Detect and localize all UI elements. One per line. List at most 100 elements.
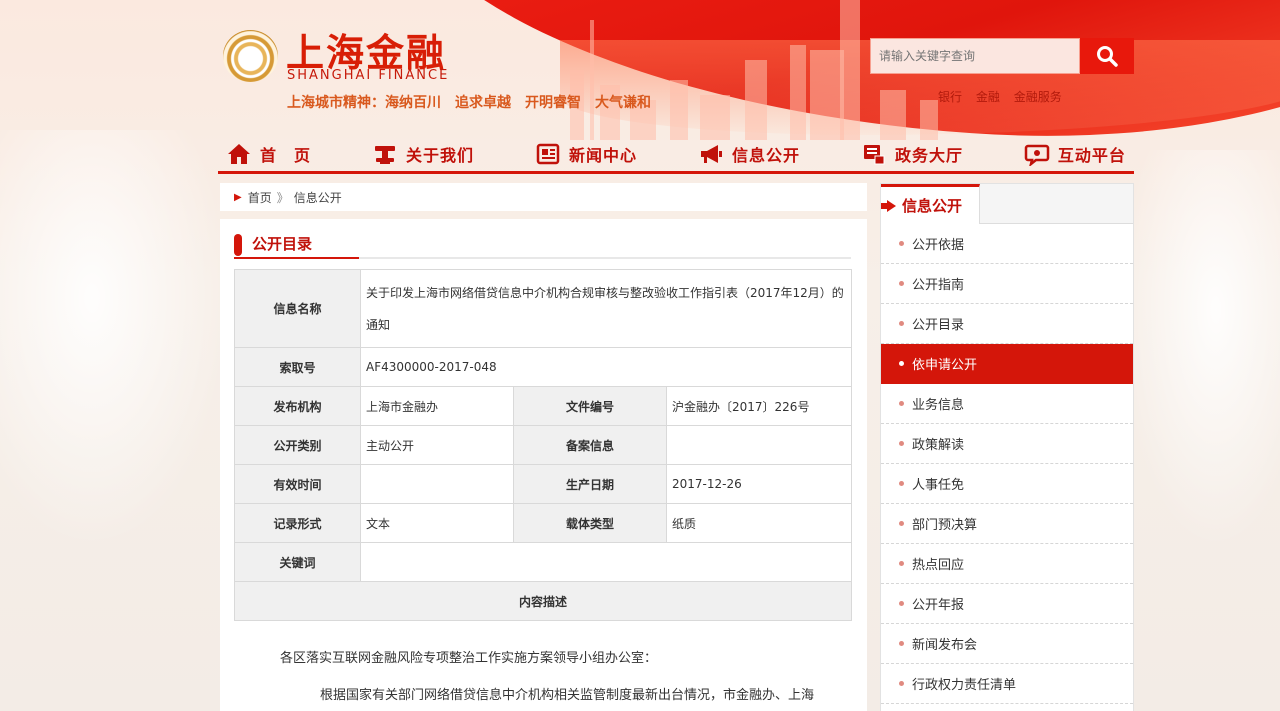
newspaper-icon <box>536 143 560 164</box>
search-input[interactable] <box>870 38 1080 74</box>
cloud-decoration <box>1120 150 1280 550</box>
table-row: 公开类别 主动公开 备案信息 <box>234 425 852 465</box>
sidebar-item-policy-interpretation[interactable]: 政策解读 <box>881 424 1133 464</box>
nav-item-label: 关于我们 <box>405 145 474 165</box>
bullet-icon <box>899 441 904 446</box>
sidebar-menu: 公开依据 公开指南 公开目录 依申请公开 业务信息 政策解读 人事任免 部门预决… <box>881 224 1133 704</box>
sidebar-item-label: 行政权力责任清单 <box>912 678 1017 693</box>
search-icon <box>1097 46 1118 67</box>
cloud-decoration <box>0 130 230 550</box>
sidebar-item-disclosure-basis[interactable]: 公开依据 <box>881 224 1133 264</box>
chat-icon <box>1024 144 1050 166</box>
sidebar-item-label: 公开依据 <box>912 238 965 253</box>
breadcrumb-current[interactable]: 信息公开 <box>294 189 342 206</box>
valid-time-value <box>360 464 514 504</box>
sidebar-item-label: 部门预决算 <box>912 518 978 533</box>
body-paragraph: 各区落实互联网金融风险专项整治工作实施方案领导小组办公室： <box>280 651 658 666</box>
publisher-label: 发布机构 <box>234 386 361 426</box>
publisher-value: 上海市金融办 <box>360 386 514 426</box>
section-bar-icon <box>234 234 242 256</box>
bullet-icon <box>899 321 904 326</box>
nav-item-about[interactable]: 关于我们 <box>364 137 482 171</box>
sidebar-item-label: 热点回应 <box>912 558 965 573</box>
info-metadata-table: 信息名称 关于印发上海市网络借贷信息中介机构合规审核与整改验收工作指引表（201… <box>234 269 852 621</box>
record-info-value <box>666 425 852 465</box>
sidebar-item-hot-response[interactable]: 热点回应 <box>881 544 1133 584</box>
sidebar-item-label: 公开目录 <box>912 318 965 333</box>
nav-item-label: 首 页 <box>260 145 312 165</box>
index-number-value: AF4300000-2017-048 <box>360 347 852 387</box>
bullet-icon <box>899 401 904 406</box>
home-icon <box>228 143 250 164</box>
sidebar: 信息公开 公开依据 公开指南 公开目录 依申请公开 业务信息 政策解读 人事任免… <box>880 183 1134 711</box>
section-title: 公开目录 <box>252 235 313 253</box>
record-format-value: 文本 <box>360 503 514 543</box>
sidebar-item-label: 依申请公开 <box>912 358 978 373</box>
breadcrumb-arrow-icon: ▶ <box>234 191 242 203</box>
bullet-icon <box>899 641 904 646</box>
breadcrumb-separator: 》 <box>276 190 289 205</box>
nav-item-interaction[interactable]: 互动平台 <box>1016 137 1134 171</box>
sidebar-item-label: 政策解读 <box>912 438 965 453</box>
sidebar-item-annual-report[interactable]: 公开年报 <box>881 584 1133 624</box>
search-button[interactable] <box>1080 38 1134 74</box>
sidebar-item-disclosure-catalog[interactable]: 公开目录 <box>881 304 1133 344</box>
table-row: 发布机构 上海市金融办 文件编号 沪金融办〔2017〕226号 <box>234 386 852 426</box>
sidebar-header: 信息公开 <box>881 184 1133 224</box>
table-row: 记录形式 文本 载体类型 纸质 <box>234 503 852 543</box>
sidebar-item-label: 公开指南 <box>912 278 965 293</box>
sidebar-item-budget[interactable]: 部门预决算 <box>881 504 1133 544</box>
sidebar-item-label: 人事任免 <box>912 478 965 493</box>
valid-time-label: 有效时间 <box>234 464 361 504</box>
table-row: 关键词 <box>234 542 852 582</box>
bullet-icon <box>899 561 904 566</box>
nav-item-service-hall[interactable]: 政务大厅 <box>853 137 971 171</box>
disclosure-category-value: 主动公开 <box>360 425 514 465</box>
nav-item-label: 信息公开 <box>731 145 800 165</box>
section-header: 公开目录 <box>234 231 851 259</box>
sidebar-item-personnel[interactable]: 人事任免 <box>881 464 1133 504</box>
breadcrumb-home-link[interactable]: 首页 <box>248 189 272 206</box>
carrier-type-value: 纸质 <box>666 503 852 543</box>
keywords-label: 关键词 <box>234 542 361 582</box>
nav-item-label: 互动平台 <box>1057 145 1126 165</box>
table-row: 索取号 AF4300000-2017-048 <box>234 347 852 387</box>
info-name-value: 关于印发上海市网络借贷信息中介机构合规审核与整改验收工作指引表（2017年12月… <box>360 269 852 348</box>
record-format-label: 记录形式 <box>234 503 361 543</box>
table-row: 信息名称 关于印发上海市网络借贷信息中介机构合规审核与整改验收工作指引表（201… <box>234 269 852 348</box>
breadcrumb: ▶ 首页 》 信息公开 <box>220 183 867 211</box>
index-number-label: 索取号 <box>234 347 361 387</box>
main-content: 公开目录 信息名称 关于印发上海市网络借贷信息中介机构合规审核与整改验收工作指引… <box>220 219 867 711</box>
nav-item-news[interactable]: 新闻中心 <box>527 137 645 171</box>
sidebar-item-label: 业务信息 <box>912 398 965 413</box>
bullet-icon <box>899 241 904 246</box>
content-description-label: 内容描述 <box>234 581 852 621</box>
bullet-icon <box>899 521 904 526</box>
sidebar-tab[interactable]: 信息公开 <box>881 184 980 224</box>
bullet-icon <box>899 361 904 366</box>
site-logo-subtitle: SHANGHAI FINANCE <box>287 68 450 83</box>
hot-keyword-link[interactable]: 金融服务 <box>1014 90 1062 104</box>
main-nav: 首 页 关于我们 新闻中心 信息公开 政务大厅 互动平台 <box>218 136 1134 174</box>
production-date-value: 2017-12-26 <box>666 464 852 504</box>
record-info-label: 备案信息 <box>513 425 667 465</box>
nav-item-info-disclosure[interactable]: 信息公开 <box>690 137 808 171</box>
site-logo-icon[interactable] <box>223 30 278 82</box>
nav-item-home[interactable]: 首 页 <box>218 137 319 171</box>
keywords-value <box>360 542 852 582</box>
bullet-icon <box>899 281 904 286</box>
city-slogan: 上海城市精神：海纳百川 追求卓越 开明睿智 大气谦和 <box>287 95 651 111</box>
sidebar-item-label: 公开年报 <box>912 598 965 613</box>
hot-keywords: 银行 金融 金融服务 <box>938 88 1072 105</box>
production-date-label: 生产日期 <box>513 464 667 504</box>
hot-keyword-link[interactable]: 金融 <box>976 90 1000 104</box>
sidebar-item-disclosure-guide[interactable]: 公开指南 <box>881 264 1133 304</box>
hot-keyword-link[interactable]: 银行 <box>938 90 962 104</box>
sidebar-item-press-conference[interactable]: 新闻发布会 <box>881 624 1133 664</box>
sidebar-item-request-disclosure[interactable]: 依申请公开 <box>881 344 1133 384</box>
info-name-label: 信息名称 <box>234 269 361 348</box>
nav-item-label: 政务大厅 <box>894 145 963 165</box>
megaphone-icon <box>700 144 722 163</box>
sidebar-item-power-list[interactable]: 行政权力责任清单 <box>881 664 1133 704</box>
sidebar-item-business-info[interactable]: 业务信息 <box>881 384 1133 424</box>
